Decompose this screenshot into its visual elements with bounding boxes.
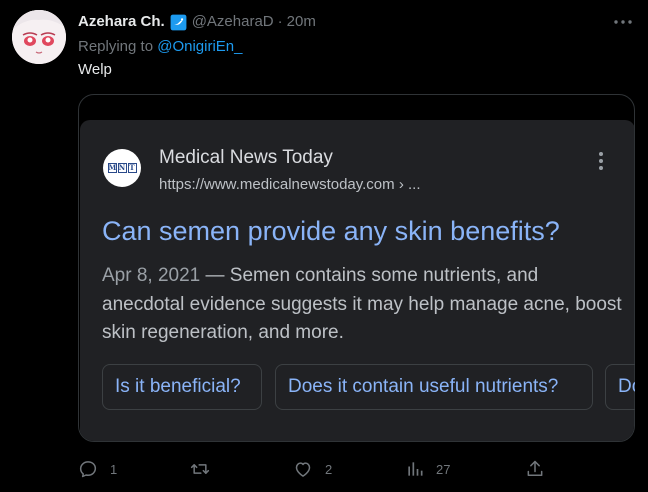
share-icon bbox=[527, 460, 543, 476]
reply-mention-link[interactable]: @OnigiriEn_ bbox=[157, 38, 242, 55]
user-handle[interactable]: @AzeharaD bbox=[192, 12, 274, 32]
like-count: 2 bbox=[325, 461, 333, 477]
result-snippet: Apr 8, 2021 — Semen contains some nutrie… bbox=[102, 262, 622, 348]
tweet: Azehara Ch. @AzeharaD · 20m Replying to … bbox=[0, 0, 648, 492]
replying-to: Replying to @OnigiriEn_ bbox=[78, 37, 242, 57]
result-more-icon bbox=[593, 150, 609, 172]
retweet-button[interactable] bbox=[189, 456, 223, 482]
logo-letter: M bbox=[107, 163, 117, 173]
timestamp[interactable]: 20m bbox=[287, 12, 316, 32]
share-button[interactable] bbox=[525, 456, 545, 482]
logo-letter: N bbox=[117, 163, 127, 173]
heart-icon bbox=[295, 462, 311, 477]
site-url: https://www.medicalnewstoday.com › ... bbox=[159, 176, 421, 193]
chip-partial: Do bbox=[605, 364, 635, 410]
display-name[interactable]: Azehara Ch. bbox=[78, 12, 165, 32]
site-logo: M N T bbox=[103, 149, 141, 187]
separator-dot: · bbox=[277, 13, 283, 30]
reply-count: 1 bbox=[110, 461, 118, 477]
avatar-art-icon bbox=[12, 10, 66, 64]
views-chart-icon bbox=[408, 462, 423, 476]
reply-icon bbox=[79, 461, 97, 478]
reply-button[interactable]: 1 bbox=[78, 456, 117, 482]
logo-letter: T bbox=[127, 163, 137, 173]
more-options-icon[interactable] bbox=[612, 12, 634, 32]
chip-beneficial: Is it beneficial? bbox=[102, 364, 262, 410]
result-title: Can semen provide any skin benefits? bbox=[102, 216, 560, 246]
action-bar: 1 2 27 bbox=[0, 456, 648, 482]
chip-nutrients: Does it contain useful nutrients? bbox=[275, 364, 593, 410]
site-name: Medical News Today bbox=[159, 147, 333, 168]
tweet-text: Welp bbox=[78, 61, 112, 78]
replying-to-label: Replying to bbox=[78, 38, 154, 55]
views-count: 27 bbox=[436, 461, 451, 477]
views-button[interactable]: 27 bbox=[406, 456, 450, 482]
verified-badge-icon[interactable] bbox=[169, 13, 188, 32]
retweet-icon bbox=[190, 464, 210, 474]
result-date: Apr 8, 2021 bbox=[102, 265, 201, 286]
like-button[interactable]: 2 bbox=[293, 456, 332, 482]
tweet-header: Azehara Ch. @AzeharaD · 20m bbox=[78, 12, 316, 32]
avatar[interactable] bbox=[12, 10, 66, 64]
